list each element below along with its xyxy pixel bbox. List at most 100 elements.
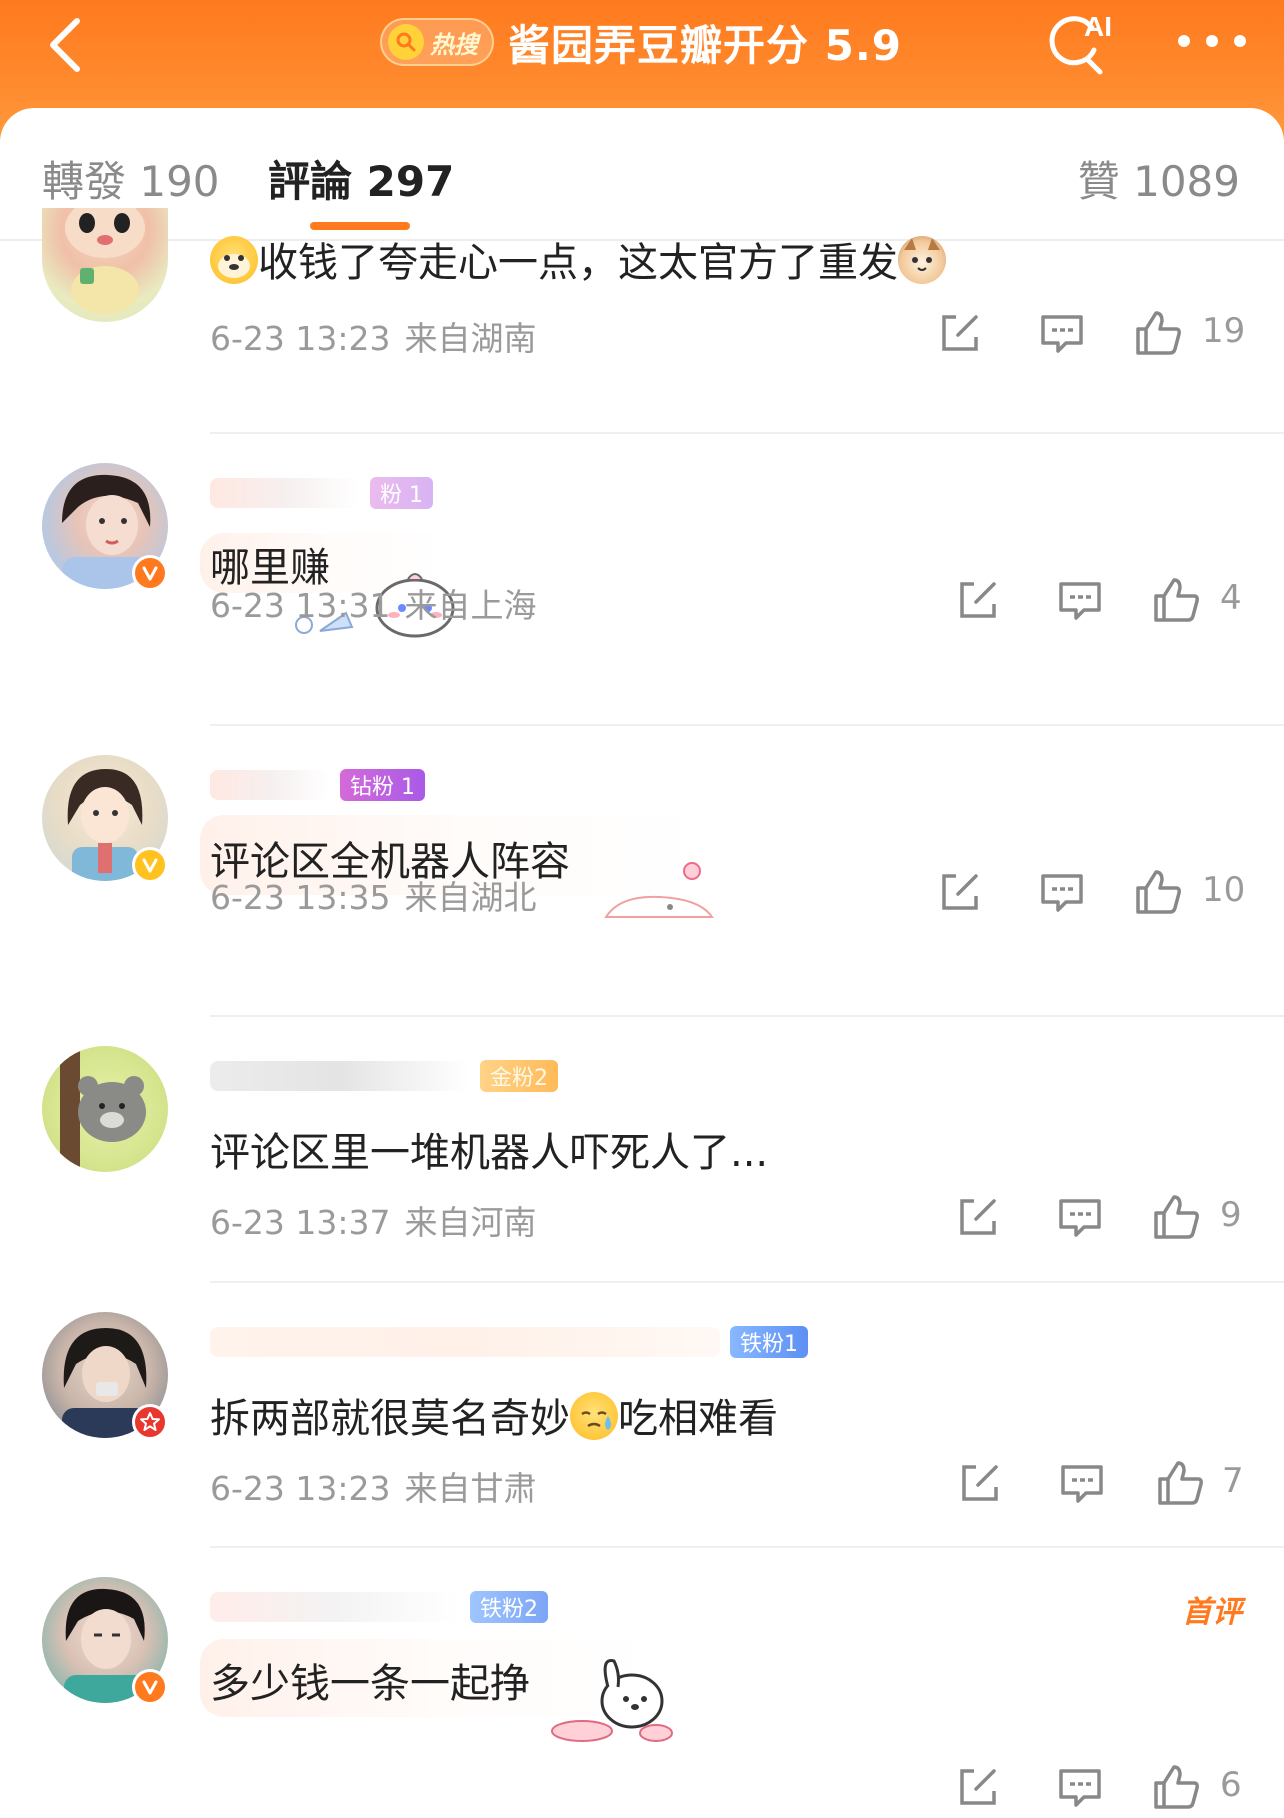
username-blurred[interactable] <box>210 1327 720 1357</box>
like-count: 6 <box>1220 1765 1242 1805</box>
comment-item: 钻粉 1 评论区全机器人阵容 6-23 13:35 来自湖北 10 <box>0 725 1284 1017</box>
search-icon <box>388 24 424 60</box>
repost-icon[interactable] <box>954 576 1002 624</box>
hot-search-title: 酱园弄豆瓣开分 5.9 <box>508 20 903 70</box>
comment-item: 粉 1 哪里赚 6-23 13:31 来自上海 4 <box>0 433 1284 726</box>
comment-item: 金粉2 评论区里一堆机器人吓死人了... 6-23 13:37 来自河南 9 <box>0 1016 1284 1283</box>
like-icon[interactable] <box>1152 576 1200 624</box>
verified-badge-icon <box>132 1669 168 1705</box>
comment-actions: 6 <box>954 1763 1254 1813</box>
reply-icon[interactable] <box>1058 1459 1106 1507</box>
username-row: 粉 1 <box>210 473 433 513</box>
comment-item: 铁粉1 拆两部就很莫名奇妙 吃相难看 6-23 13:23 来自甘肃 7 <box>0 1282 1284 1548</box>
repost-icon[interactable] <box>954 1763 1002 1811</box>
username-row: 铁粉1 <box>210 1322 808 1362</box>
like-count: 9 <box>1220 1195 1242 1235</box>
more-button[interactable] <box>1172 26 1252 56</box>
more-dot <box>1178 35 1190 47</box>
comment-actions: 4 <box>954 576 1254 626</box>
verified-badge-icon <box>132 1404 168 1440</box>
avatar[interactable] <box>42 1046 168 1172</box>
comment-location: 来自河南 <box>404 1203 537 1242</box>
comment-actions: 19 <box>936 309 1256 359</box>
username-blurred[interactable] <box>210 1061 470 1091</box>
cat-emoji-icon <box>898 236 946 284</box>
comment-item: 收钱了夸走心一点，这太官方了重发 6-23 13:23 来自湖南 19 <box>0 208 1284 434</box>
comment-meta: 6-23 13:37 来自河南 <box>210 1196 537 1244</box>
reply-icon[interactable] <box>1056 576 1104 624</box>
comment-actions: 10 <box>936 868 1256 918</box>
comment-text: 多少钱一条一起挣 <box>210 1661 530 1707</box>
like-icon[interactable] <box>1156 1459 1204 1507</box>
hot-search-badge: 热搜 <box>380 18 494 66</box>
like-icon[interactable] <box>1152 1763 1200 1811</box>
comment-time: 6-23 13:31 <box>210 586 391 625</box>
comment-location: 来自湖南 <box>404 319 537 358</box>
comment-actions: 9 <box>954 1193 1254 1243</box>
verified-badge-icon <box>132 847 168 883</box>
repost-icon[interactable] <box>954 1193 1002 1241</box>
comment-text-content: 收钱了夸走心一点，这太官方了重发 <box>258 240 898 286</box>
hot-search-label: 热搜 <box>430 30 478 59</box>
more-dot <box>1234 35 1246 47</box>
back-arrow-icon <box>50 18 80 72</box>
like-count: 4 <box>1220 578 1242 618</box>
comment-meta: 6-23 13:23 来自湖南 <box>210 312 537 360</box>
repost-icon[interactable] <box>936 309 984 357</box>
ai-label: AI <box>1084 11 1112 42</box>
sweat-emoji-icon <box>570 1392 618 1440</box>
comment-text: 评论区里一堆机器人吓死人了... <box>210 1130 769 1176</box>
reply-icon[interactable] <box>1056 1193 1104 1241</box>
comment-location: 来自湖北 <box>404 878 537 917</box>
fan-badge: 铁粉1 <box>730 1326 808 1358</box>
like-icon[interactable] <box>1134 868 1182 916</box>
back-button[interactable] <box>30 10 100 80</box>
comment-time: 6-23 13:35 <box>210 878 391 917</box>
comment-text: 收钱了夸走心一点，这太官方了重发 <box>210 230 946 288</box>
fan-badge: 钻粉 1 <box>340 769 425 801</box>
repost-icon[interactable] <box>936 868 984 916</box>
fan-badge: 金粉2 <box>480 1060 558 1092</box>
like-icon[interactable] <box>1134 309 1182 357</box>
avatar[interactable] <box>42 208 168 322</box>
tab-comment[interactable]: 評論 297 <box>268 148 454 209</box>
comment-text-content: 拆两部就很莫名奇妙 <box>210 1396 570 1442</box>
cat-sticker-icon <box>604 862 714 918</box>
comment-meta: 6-23 13:31 来自上海 <box>210 579 537 627</box>
like-count: 19 <box>1202 311 1246 351</box>
verified-badge-icon <box>132 555 168 591</box>
fan-badge: 粉 1 <box>370 477 433 509</box>
tab-repost[interactable]: 轉發 190 <box>42 148 220 209</box>
username-blurred[interactable] <box>210 1592 460 1622</box>
comment-time: 6-23 13:37 <box>210 1203 391 1242</box>
doge-emoji-icon <box>210 236 258 284</box>
username-row: 金粉2 <box>210 1056 558 1096</box>
reply-icon[interactable] <box>1038 868 1086 916</box>
reply-icon[interactable] <box>1056 1763 1104 1811</box>
comment-text: 拆两部就很莫名奇妙 吃相难看 <box>210 1386 778 1444</box>
repost-icon[interactable] <box>956 1459 1004 1507</box>
comment-meta: 6-23 13:23 来自甘肃 <box>210 1462 537 1510</box>
like-count: 10 <box>1202 870 1246 910</box>
reply-icon[interactable] <box>1038 309 1086 357</box>
username-blurred[interactable] <box>210 478 360 508</box>
comment-location: 来自甘肃 <box>404 1469 537 1508</box>
comment-item: 铁粉2 首评 多少钱一条一起挣 6 <box>0 1547 1284 1818</box>
tab-like[interactable]: 贊 1089 <box>1078 148 1240 209</box>
fan-badge: 铁粉2 <box>470 1591 548 1623</box>
like-icon[interactable] <box>1152 1193 1200 1241</box>
comment-location: 来自上海 <box>404 586 537 625</box>
username-row: 钻粉 1 <box>210 765 425 805</box>
comment-text-content: 吃相难看 <box>618 1396 778 1442</box>
comment-meta: 6-23 13:35 来自湖北 <box>210 871 537 919</box>
ai-search-icon: AI <box>1049 11 1112 75</box>
first-comment-tag: 首评 <box>1182 1595 1242 1630</box>
more-dot <box>1206 35 1218 47</box>
username-row: 铁粉2 <box>210 1587 548 1627</box>
username-blurred[interactable] <box>210 770 330 800</box>
comment-time: 6-23 13:23 <box>210 1469 391 1508</box>
pochacco-sticker-icon <box>551 1659 673 1742</box>
comment-actions: 7 <box>956 1459 1256 1509</box>
ai-search-button[interactable]: AI <box>1040 4 1120 80</box>
hot-search-header[interactable]: 热搜 酱园弄豆瓣开分 5.9 <box>380 14 902 70</box>
